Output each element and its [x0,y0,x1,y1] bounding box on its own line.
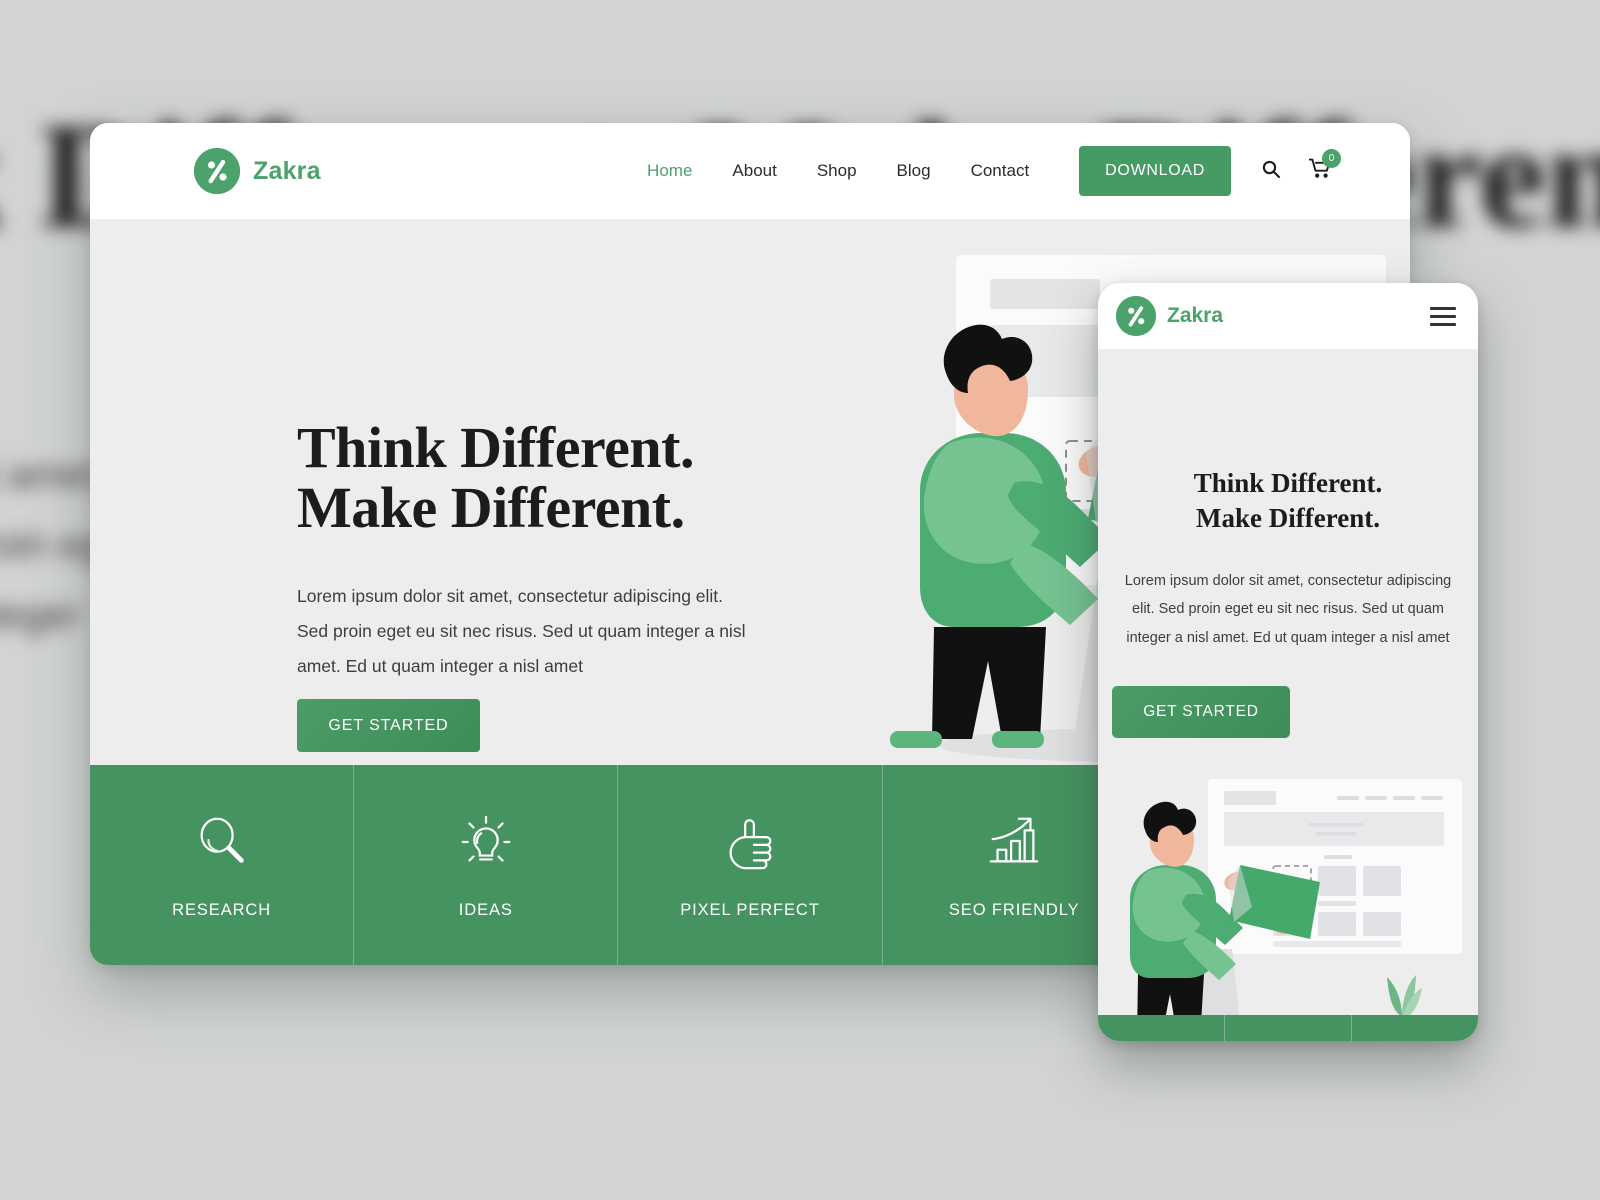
mobile-hero-section: Think Different. Make Different. Lorem i… [1098,349,1478,1041]
desktop-navbar: Zakra Home About Shop Blog Contact DOWNL… [90,123,1410,219]
feature-item-ideas[interactable]: IDEAS [354,765,619,965]
mobile-feature-strip [1098,1015,1478,1041]
nav-item-home[interactable]: Home [627,161,712,181]
feature-item-pixel-perfect[interactable]: PIXEL PERFECT [618,765,883,965]
mobile-hero-paragraph: Lorem ipsum dolor sit amet, consectetur … [1124,573,1452,646]
download-button[interactable]: DOWNLOAD [1079,146,1231,196]
nav-item-shop[interactable]: Shop [797,161,877,181]
mobile-mockup: Zakra Think Different. Make Different. L… [1098,283,1478,1041]
brand-name: Zakra [253,156,321,185]
mobile-feature-cell[interactable] [1225,1015,1352,1041]
magnifier-icon [200,817,244,863]
bar-chart-growth-icon [989,817,1039,862]
mobile-feature-cell[interactable] [1098,1015,1225,1041]
brand-logo[interactable]: Zakra [194,148,321,194]
mobile-get-started-button[interactable]: GET STARTED [1112,686,1290,738]
mobile-hero-illustration [1116,779,1462,1041]
zakra-percent-logo-icon [194,148,240,194]
mobile-feature-cell[interactable] [1352,1015,1478,1041]
feature-label: PIXEL PERFECT [680,900,820,919]
feature-item-research[interactable]: RESEARCH [90,765,355,965]
cart-icon[interactable]: 0 [1309,149,1341,184]
zakra-percent-logo-icon [1116,296,1156,336]
desktop-main-menu: Home About Shop Blog Contact DOWNLOAD 0 [627,146,1341,196]
feature-label: SEO FRIENDLY [948,900,1080,919]
feature-label: IDEAS [458,900,513,919]
get-started-button[interactable]: GET STARTED [297,699,480,752]
nav-item-about[interactable]: About [712,161,796,181]
thumbs-up-icon [729,818,772,869]
nav-item-contact[interactable]: Contact [951,161,1050,181]
nav-item-blog[interactable]: Blog [877,161,951,181]
hero-paragraph: Lorem ipsum dolor sit amet, consectetur … [297,586,746,676]
search-icon[interactable] [1261,159,1281,184]
cart-count-badge: 0 [1322,149,1341,168]
brand-name: Zakra [1167,304,1224,327]
feature-label: RESEARCH [172,900,272,919]
mobile-hero-heading: Think Different. Make Different. [1193,468,1383,534]
lightbulb-icon [461,815,511,862]
mobile-navbar: Zakra [1098,283,1478,349]
hamburger-menu-icon[interactable] [1430,306,1456,326]
hero-heading: Think Different. Make Different. [297,415,694,541]
